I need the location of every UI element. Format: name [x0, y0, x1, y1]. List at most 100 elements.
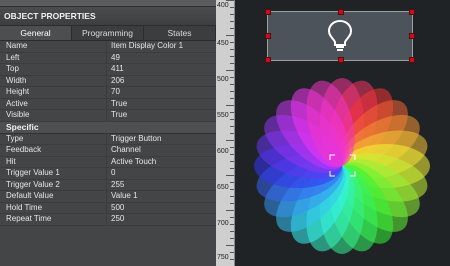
ruler-tick: [230, 168, 234, 169]
property-value[interactable]: Active Touch: [107, 157, 216, 168]
vertical-ruler: 400 450 500 550 600 650 700 750: [216, 0, 235, 266]
ruler-tick: [230, 49, 234, 50]
ruler-tick: [230, 21, 234, 22]
ruler-tick: [230, 63, 234, 64]
ruler-tick: [230, 196, 234, 197]
property-row-left[interactable]: Left 49: [0, 52, 216, 64]
property-value[interactable]: True: [107, 99, 216, 110]
ruler-label-450: 450: [217, 40, 229, 47]
property-value[interactable]: 0: [107, 168, 216, 179]
ruler-tick: [230, 84, 234, 85]
ruler-tick: [230, 14, 234, 15]
property-row-trigger-value-1[interactable]: Trigger Value 10: [0, 168, 216, 180]
ruler-tick: [230, 189, 234, 190]
ruler-tick: [230, 77, 234, 78]
property-value[interactable]: Item Display Color 1: [107, 41, 216, 52]
ruler-tick: [230, 217, 234, 218]
ruler-tick: [226, 210, 234, 211]
panel-top-strip: [0, 0, 216, 7]
property-row-visible[interactable]: Visible True: [0, 110, 216, 122]
color-wheel[interactable]: [235, 0, 450, 266]
ruler-tick: [230, 161, 234, 162]
property-value[interactable]: 250: [107, 214, 216, 225]
ruler-tick: [230, 28, 234, 29]
ruler-label-400: 400: [217, 2, 229, 9]
property-value[interactable]: Channel: [107, 145, 216, 156]
ruler-label-750: 750: [217, 254, 229, 261]
tab-states[interactable]: States: [144, 26, 216, 40]
ruler-tick: [230, 112, 234, 113]
property-value[interactable]: 500: [107, 203, 216, 214]
ruler-tick: [230, 7, 234, 8]
property-row-name[interactable]: Name Item Display Color 1: [0, 41, 216, 53]
ruler-label-500: 500: [217, 76, 229, 83]
ruler-tick: [230, 252, 234, 253]
ruler-tick: [230, 133, 234, 134]
panel-title: OBJECT PROPERTIES: [0, 7, 216, 26]
ruler-tick: [230, 231, 234, 232]
property-key: Repeat Time: [0, 214, 107, 225]
ruler-tick: [226, 175, 234, 176]
ruler-tick: [230, 119, 234, 120]
ruler-tick: [230, 42, 234, 43]
property-tabs: General Programming States: [0, 26, 216, 41]
property-row-active[interactable]: Active True: [0, 98, 216, 110]
tab-general[interactable]: General: [0, 26, 72, 40]
property-key: Name: [0, 41, 107, 52]
property-row-top[interactable]: Top 411: [0, 64, 216, 76]
property-row-hold-time[interactable]: Hold Time 500: [0, 202, 216, 214]
ruler-tick: [230, 56, 234, 57]
ruler-label-700: 700: [217, 220, 229, 227]
property-value[interactable]: Value 1: [107, 191, 216, 202]
property-value[interactable]: 49: [107, 53, 216, 64]
property-key: Active: [0, 98, 107, 109]
ruler-label-550: 550: [217, 112, 229, 119]
property-value[interactable]: 255: [107, 180, 216, 191]
property-value[interactable]: True: [107, 110, 216, 121]
property-row-height[interactable]: Height 70: [0, 87, 216, 99]
ruler-tick: [230, 203, 234, 204]
object-properties-panel: OBJECT PROPERTIES General Programming St…: [0, 0, 217, 266]
ruler-tick: [230, 259, 234, 260]
ruler-label-600: 600: [217, 148, 229, 155]
ruler-tick: [230, 154, 234, 155]
property-key: Height: [0, 87, 107, 98]
property-key: Trigger Value 2: [0, 179, 107, 190]
property-value[interactable]: 206: [107, 76, 216, 87]
section-specific[interactable]: Specific: [0, 121, 216, 134]
color-wheel-petals: [254, 78, 430, 254]
ruler-tick: [226, 0, 234, 1]
property-row-hit[interactable]: Hit Active Touch: [0, 156, 216, 168]
ruler-tick: [230, 182, 234, 183]
property-row-trigger-value-2[interactable]: Trigger Value 2 255: [0, 179, 216, 191]
property-value[interactable]: 70: [107, 87, 216, 98]
property-row-feedback[interactable]: Feedback Channel: [0, 145, 216, 157]
property-key: Hold Time: [0, 202, 107, 213]
ruler-tick: [230, 224, 234, 225]
ruler-tick: [226, 105, 234, 106]
ruler-tick: [230, 147, 234, 148]
property-key: Feedback: [0, 145, 107, 156]
property-key: Left: [0, 52, 107, 63]
property-row-type[interactable]: Type Trigger Button: [0, 133, 216, 145]
ruler-tick: [230, 238, 234, 239]
property-key: Trigger Value 1: [0, 168, 107, 179]
property-key: Visible: [0, 110, 107, 121]
property-key: Top: [0, 64, 107, 75]
ruler-tick: [226, 140, 234, 141]
ruler-label-650: 650: [217, 184, 229, 191]
property-row-repeat-time[interactable]: Repeat Time 250: [0, 214, 216, 226]
design-canvas[interactable]: [235, 0, 450, 266]
ruler-tick: [226, 70, 234, 71]
property-value[interactable]: 411: [107, 64, 216, 75]
property-value[interactable]: Trigger Button: [107, 134, 216, 145]
ruler-tick: [230, 91, 234, 92]
property-key: Hit: [0, 156, 107, 167]
tab-programming[interactable]: Programming: [72, 26, 144, 40]
property-row-default-value[interactable]: Default Value Value 1: [0, 191, 216, 203]
property-key: Type: [0, 133, 107, 144]
property-key: Default Value: [0, 191, 107, 202]
ruler-tick: [226, 245, 234, 246]
property-row-width[interactable]: Width 206: [0, 75, 216, 87]
ruler-tick: [230, 126, 234, 127]
